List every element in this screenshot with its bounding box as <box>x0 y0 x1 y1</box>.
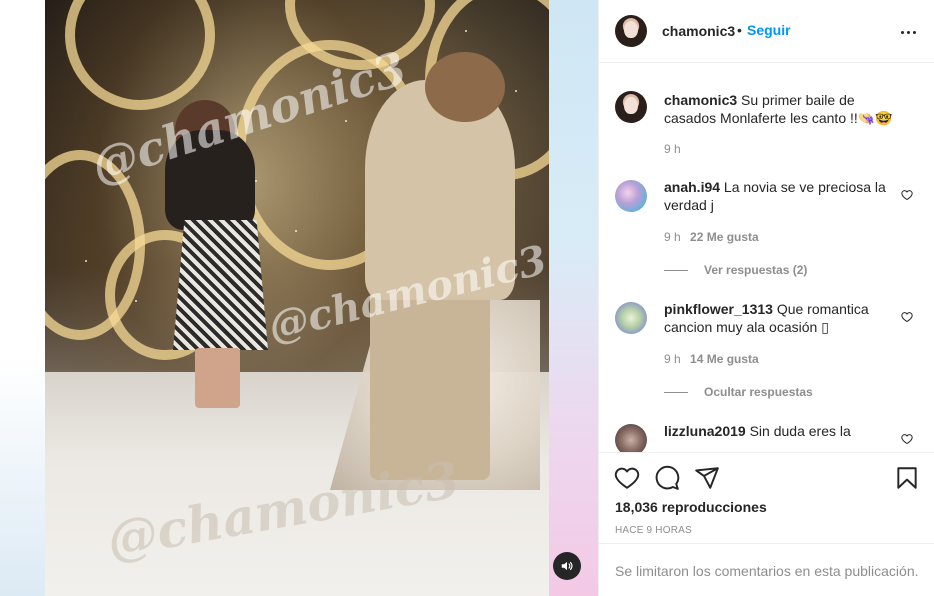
profile-avatar-icon[interactable] <box>615 91 647 123</box>
follow-button[interactable]: Seguir <box>747 22 791 38</box>
spark <box>255 180 257 182</box>
speaker-icon <box>561 561 573 571</box>
comment-username[interactable]: lizzluna2019 <box>664 423 746 439</box>
profile-avatar-icon[interactable] <box>615 15 647 47</box>
spark <box>465 30 467 32</box>
comment-username[interactable]: anah.i94 <box>664 179 720 195</box>
share-icon[interactable] <box>694 465 720 491</box>
comment-meta: 9 h 14 Me gusta <box>664 352 759 366</box>
hide-replies-button[interactable]: Ocultar respuestas <box>664 385 813 399</box>
post-panel: chamonic3 • Seguir chamonic3 Su primer b… <box>598 0 934 596</box>
comment-time: 9 h <box>664 230 681 244</box>
post-header: chamonic3 • Seguir <box>599 0 934 63</box>
caption: chamonic3 Su primer baile de casados Mon… <box>615 91 915 161</box>
comment-text: lizzluna2019 Sin duda eres la <box>664 422 894 440</box>
post-video[interactable]: @chamonic3 @chamonic3 @chamonic3 <box>45 0 549 596</box>
comment-body: Sin duda eres la <box>749 423 851 439</box>
more-options-icon[interactable] <box>901 24 917 40</box>
commenter-avatar-icon[interactable] <box>615 424 647 452</box>
commenter-avatar-icon[interactable] <box>615 180 647 212</box>
mute-button[interactable] <box>553 552 581 580</box>
comment-meta: 9 h 22 Me gusta <box>664 230 759 244</box>
list-item: anah.i94 La novia se ve preciosa la verd… <box>615 178 915 288</box>
comment-text: pinkflower_1313 Que romantica cancion mu… <box>664 300 894 336</box>
spark <box>85 260 87 262</box>
like-comment-heart-icon[interactable] <box>901 189 913 201</box>
left-margin <box>0 0 45 596</box>
caption-time: 9 h <box>664 142 681 156</box>
views-count[interactable]: 18,036 reproducciones <box>615 499 767 515</box>
comment-icon[interactable] <box>654 465 680 491</box>
bookmark-icon[interactable] <box>894 465 920 491</box>
list-item: lizzluna2019 Sin duda eres la <box>615 422 915 452</box>
replies-label: Ver respuestas (2) <box>704 263 808 277</box>
comments-list[interactable]: chamonic3 Su primer baile de casados Mon… <box>599 64 934 452</box>
spark <box>135 300 137 302</box>
commenter-avatar-icon[interactable] <box>615 302 647 334</box>
caption-text: chamonic3 Su primer baile de casados Mon… <box>664 91 894 127</box>
comment-likes[interactable]: 22 Me gusta <box>690 230 759 244</box>
comment-username[interactable]: pinkflower_1313 <box>664 301 773 317</box>
singer-legs <box>195 348 240 408</box>
heart-icon[interactable] <box>614 465 640 491</box>
separator-dot: • <box>737 22 742 38</box>
comments-disabled-note: Se limitaron los comentarios en esta pub… <box>599 543 934 596</box>
author-username[interactable]: chamonic3 <box>662 23 735 39</box>
view-replies-button[interactable]: Ver respuestas (2) <box>664 263 807 277</box>
comment-likes[interactable]: 14 Me gusta <box>690 352 759 366</box>
post-timestamp[interactable]: HACE 9 HORAS <box>615 525 692 536</box>
comment-time: 9 h <box>664 352 681 366</box>
video-side-gradient <box>549 0 598 596</box>
replies-label: Ocultar respuestas <box>704 385 813 399</box>
like-comment-heart-icon[interactable] <box>901 433 913 445</box>
caption-username[interactable]: chamonic3 <box>664 92 737 108</box>
spark <box>295 230 297 232</box>
like-comment-heart-icon[interactable] <box>901 311 913 323</box>
comment-text: anah.i94 La novia se ve preciosa la verd… <box>664 178 894 214</box>
views-text: 18,036 reproducciones <box>615 499 767 515</box>
couple-heads <box>425 52 505 122</box>
singer-skirt <box>173 220 268 350</box>
post-actions: 18,036 reproducciones HACE 9 HORAS Se li… <box>599 452 934 596</box>
list-item: pinkflower_1313 Que romantica cancion mu… <box>615 300 915 410</box>
spark <box>515 90 517 92</box>
spark <box>345 120 347 122</box>
